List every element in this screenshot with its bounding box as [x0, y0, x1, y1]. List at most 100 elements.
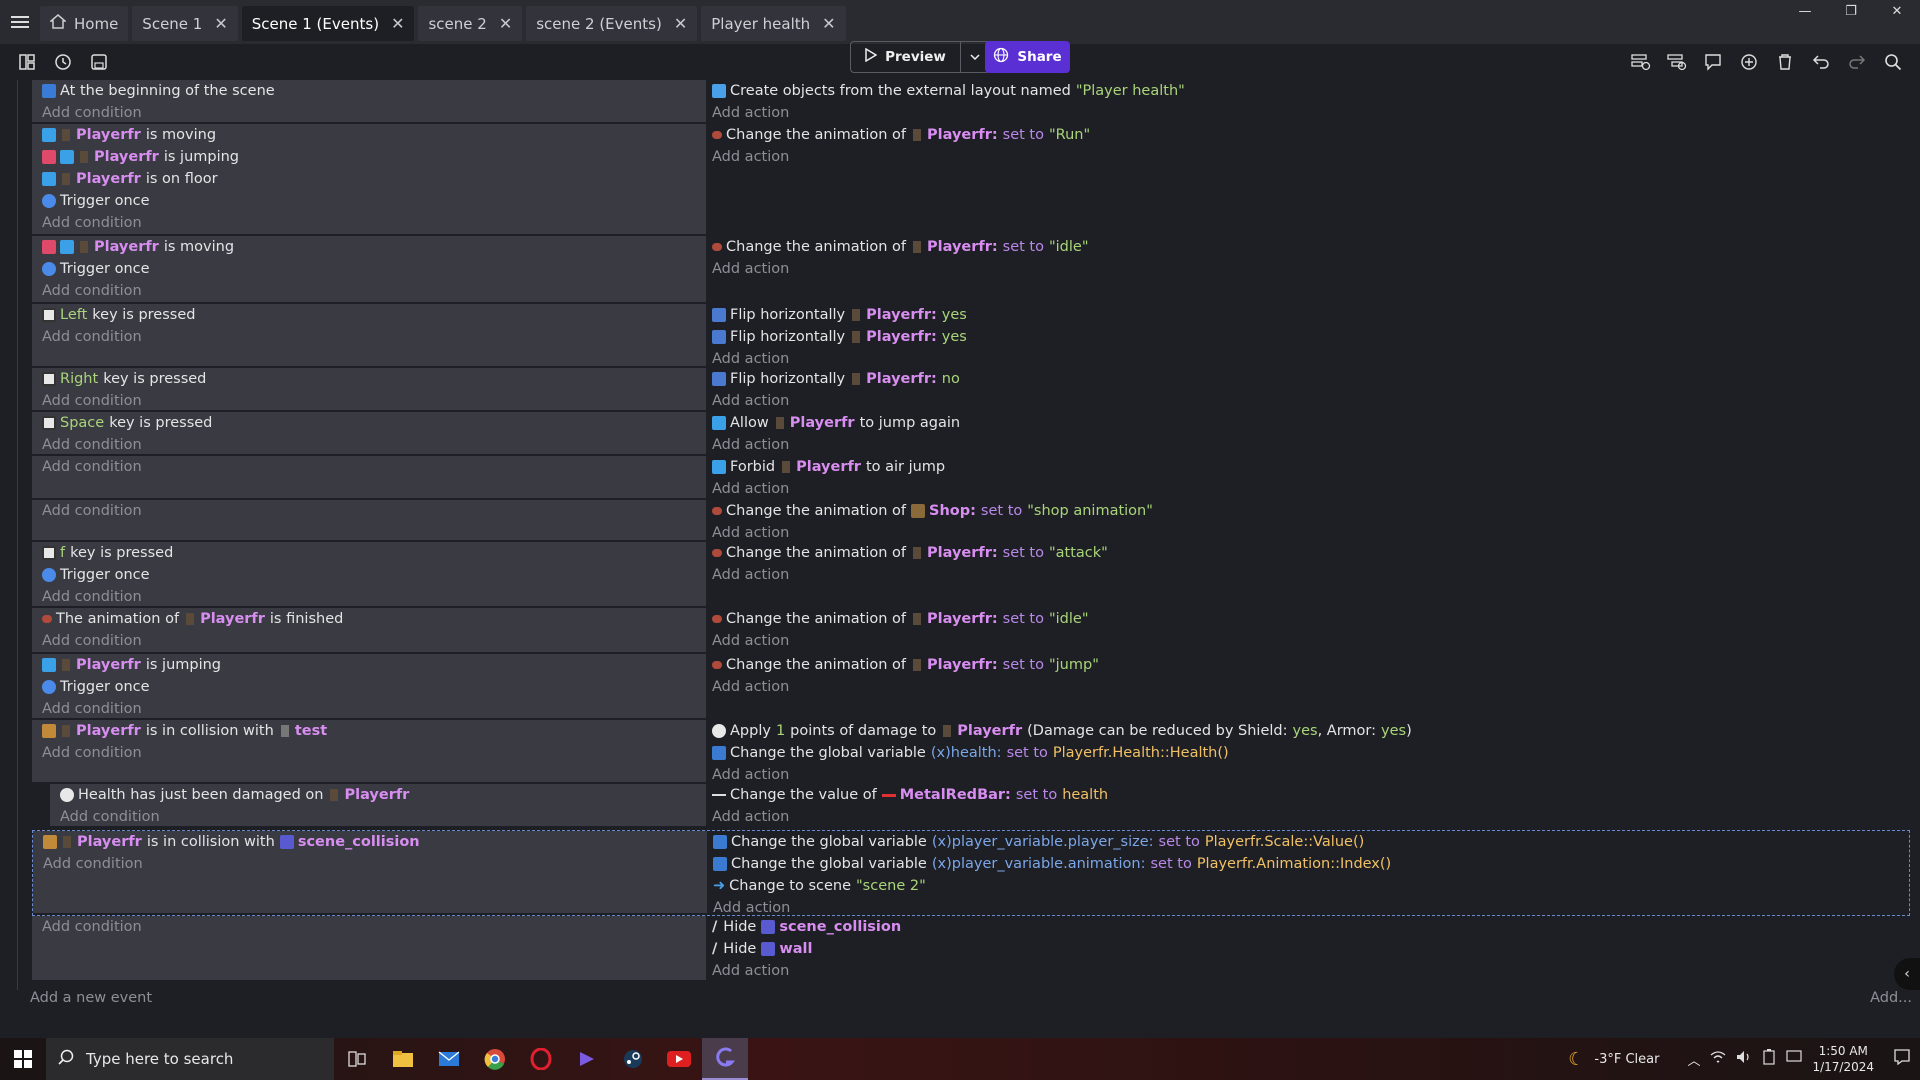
- action[interactable]: Apply 1 points of damage to Playerfr (Damage…: [708, 720, 1912, 742]
- action[interactable]: Forbid Playerfr to air jump: [708, 456, 1912, 478]
- tab-home[interactable]: Home: [40, 6, 129, 41]
- conditions-panel[interactable]: Playerfr is in collision with scene_collis…: [33, 831, 707, 915]
- action[interactable]: Change the animation of Playerfr: set to "j…: [708, 654, 1912, 676]
- event-row-selected[interactable]: Playerfr is in collision with scene_collis…: [32, 830, 1910, 916]
- conditions-panel[interactable]: Playerfr is in collision with test Add con…: [32, 720, 706, 784]
- add-condition-link[interactable]: Add condition: [32, 500, 706, 522]
- event-row[interactable]: Right key is pressed Add condition Flip h…: [22, 368, 1912, 412]
- action[interactable]: Change the global variable (x) health: set …: [708, 742, 1912, 764]
- notifications-icon[interactable]: [1894, 1049, 1910, 1069]
- conditions-panel[interactable]: Playerfr is moving Playerfr is jumping Pla…: [32, 124, 706, 236]
- close-icon[interactable]: ✕: [391, 14, 404, 33]
- actions-panel[interactable]: Change the value of MetalRedBar: set to hea…: [708, 784, 1912, 828]
- add-action-link[interactable]: Add action: [708, 960, 1912, 982]
- action[interactable]: / Hide scene_collision: [708, 916, 1912, 938]
- network-icon[interactable]: [1710, 1050, 1726, 1068]
- conditions-panel[interactable]: Space key is pressed Add condition: [32, 412, 706, 456]
- close-icon[interactable]: ✕: [214, 14, 227, 33]
- tab-scene-1[interactable]: Scene 1 ✕: [132, 6, 238, 41]
- condition[interactable]: Playerfr is on floor: [32, 168, 706, 190]
- chevron-up-icon[interactable]: ︿: [1687, 1050, 1700, 1069]
- actions-panel[interactable]: Change the animation of Shop: set to "shop …: [708, 500, 1912, 542]
- actions-panel[interactable]: Forbid Playerfr to air jump Add action: [708, 456, 1912, 500]
- add-action-link[interactable]: Add action: [708, 102, 1912, 124]
- condition[interactable]: Space key is pressed: [32, 412, 706, 434]
- battery-icon[interactable]: [1762, 1049, 1776, 1069]
- condition[interactable]: Playerfr is moving: [32, 236, 706, 258]
- taskbar-search[interactable]: Type here to search: [46, 1038, 334, 1080]
- add-comment-icon[interactable]: [1700, 49, 1726, 75]
- action[interactable]: / Hide wall: [708, 938, 1912, 960]
- condition[interactable]: Playerfr is jumping: [32, 654, 706, 676]
- task-view-icon[interactable]: [334, 1038, 380, 1080]
- action[interactable]: Allow Playerfr to jump again: [708, 412, 1912, 434]
- action[interactable]: Flip horizontally Playerfr: yes: [708, 326, 1912, 348]
- action[interactable]: Change the value of MetalRedBar: set to hea…: [708, 784, 1912, 806]
- event-row[interactable]: At the beginning of the scene Add condit…: [22, 80, 1912, 124]
- actions-panel[interactable]: Change the animation of Playerfr: set to "i…: [708, 236, 1912, 304]
- add-action-link[interactable]: Add action: [708, 764, 1912, 786]
- condition[interactable]: Trigger once: [32, 190, 706, 212]
- actions-panel[interactable]: Change the animation of Playerfr: set to "R…: [708, 124, 1912, 236]
- conditions-panel[interactable]: Add condition: [32, 916, 706, 982]
- add-action-link[interactable]: Add action: [708, 390, 1912, 412]
- gdevelop-icon[interactable]: [702, 1038, 748, 1080]
- actions-panel[interactable]: Create objects from the external layout …: [708, 80, 1912, 124]
- redo-icon[interactable]: [1844, 49, 1870, 75]
- panels-icon[interactable]: [14, 49, 40, 75]
- history-icon[interactable]: [50, 49, 76, 75]
- actions-panel[interactable]: Change the animation of Playerfr: set to "j…: [708, 654, 1912, 720]
- add-condition-link[interactable]: Add condition: [33, 853, 707, 875]
- conditions-panel[interactable]: Playerfr is moving Trigger once Add condi…: [32, 236, 706, 304]
- add-condition-link[interactable]: Add condition: [32, 280, 706, 302]
- conditions-panel[interactable]: Add condition: [32, 456, 706, 500]
- condition[interactable]: Left key is pressed: [32, 304, 706, 326]
- event-row[interactable]: Playerfr is moving Playerfr is jumping Pla…: [22, 124, 1912, 236]
- action[interactable]: Change the animation of Playerfr: set to "a…: [708, 542, 1912, 564]
- event-row[interactable]: Add condition Change the animation of Sho…: [22, 500, 1912, 542]
- add-action-link[interactable]: Add action: [708, 564, 1912, 586]
- actions-panel[interactable]: Flip horizontally Playerfr: yes Flip horiz…: [708, 304, 1912, 368]
- actions-panel[interactable]: Change the global variable (x) player_vari…: [709, 831, 1909, 916]
- add-action-link[interactable]: Add action: [708, 676, 1912, 698]
- actions-panel[interactable]: Change the animation of Playerfr: set to "i…: [708, 608, 1912, 654]
- action[interactable]: Change the global variable (x) player_vari…: [709, 853, 1909, 875]
- event-row[interactable]: Playerfr is moving Trigger once Add condi…: [22, 236, 1912, 304]
- add-new-event-link[interactable]: Add a new event: [30, 990, 152, 1006]
- weather-label[interactable]: -3°F Clear: [1594, 1052, 1659, 1067]
- minimize-icon[interactable]: —: [1782, 0, 1828, 22]
- add-condition-link[interactable]: Add condition: [32, 630, 706, 652]
- chrome-icon[interactable]: [472, 1038, 518, 1080]
- actions-panel[interactable]: Flip horizontally Playerfr: no Add action: [708, 368, 1912, 412]
- menu-icon[interactable]: [0, 0, 40, 44]
- add-event-icon[interactable]: [1628, 49, 1654, 75]
- add-condition-link[interactable]: Add condition: [32, 390, 706, 412]
- action[interactable]: Change the animation of Shop: set to "shop …: [708, 500, 1912, 522]
- conditions-panel[interactable]: The animation of Playerfr is finished Add …: [32, 608, 706, 654]
- add-more-link[interactable]: Add...: [1870, 990, 1912, 1006]
- condition[interactable]: Playerfr is jumping: [32, 146, 706, 168]
- action[interactable]: Create objects from the external layout …: [708, 80, 1912, 102]
- restore-icon[interactable]: ❐: [1828, 0, 1874, 22]
- save-icon[interactable]: [86, 49, 112, 75]
- event-row[interactable]: Add condition Forbid Playerfr to air jump …: [22, 456, 1912, 500]
- search-icon[interactable]: [1880, 49, 1906, 75]
- action[interactable]: Flip horizontally Playerfr: yes: [708, 304, 1912, 326]
- share-button[interactable]: Share: [985, 41, 1070, 73]
- event-row[interactable]: The animation of Playerfr is finished Add …: [22, 608, 1912, 654]
- add-action-link[interactable]: Add action: [708, 806, 1912, 828]
- tab-scene-2[interactable]: scene 2 ✕: [418, 6, 523, 41]
- opera-icon[interactable]: [518, 1038, 564, 1080]
- add-icon[interactable]: [1736, 49, 1762, 75]
- actions-panel[interactable]: Change the animation of Playerfr: set to "a…: [708, 542, 1912, 608]
- conditions-panel[interactable]: Playerfr is jumping Trigger once Add cond…: [32, 654, 706, 720]
- event-row[interactable]: f key is pressed Trigger once Add conditi…: [22, 542, 1912, 608]
- event-row[interactable]: Add condition / Hide scene_collision / Hide…: [22, 916, 1912, 982]
- add-condition-link[interactable]: Add condition: [32, 434, 706, 456]
- event-row[interactable]: Playerfr is in collision with test Add con…: [22, 720, 1912, 784]
- close-icon[interactable]: ✕: [499, 14, 512, 33]
- close-icon[interactable]: ✕: [822, 14, 835, 33]
- add-action-link[interactable]: Add action: [708, 146, 1912, 168]
- display-icon[interactable]: [1786, 1050, 1803, 1068]
- add-condition-link[interactable]: Add condition: [32, 698, 706, 720]
